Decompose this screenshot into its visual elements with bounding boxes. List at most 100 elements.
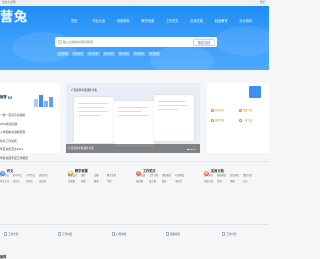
carousel-dot[interactable] xyxy=(190,149,193,150)
file-link[interactable]: 心得体会 xyxy=(112,232,160,237)
nav-item-practical-docs[interactable]: 实用文档 xyxy=(185,19,210,23)
recommend-panel: 推荐热 一模一范演示演讲稿 2019年最新版 小学期末演讲稿范例 优秀工作总结 … xyxy=(0,83,60,159)
category-link[interactable]: 初中作文 xyxy=(13,175,26,179)
hot-tag[interactable]: 热门标签 xyxy=(102,52,115,56)
category-link[interactable]: 合同协议 xyxy=(204,175,217,179)
file-name: 工作计划 xyxy=(226,232,237,236)
hot-tag[interactable]: 热门标签 xyxy=(72,52,85,56)
category-link[interactable]: 心得体会 xyxy=(175,175,188,179)
site-logo[interactable]: 营兔 xyxy=(0,10,28,23)
category-link[interactable]: 证明 xyxy=(217,181,230,185)
perk-item: 海量资源 xyxy=(211,119,235,123)
category-grid: 文作文 高中作文 初中作文 小学作文 英语作文 作文大全 议论文 记叙文 读后感… xyxy=(0,167,269,217)
category-link[interactable]: 致辞 xyxy=(162,181,175,185)
hot-badge: 热 xyxy=(7,96,13,100)
text-line xyxy=(158,109,178,110)
check-circle-icon xyxy=(239,109,242,112)
category-header[interactable]: 文作文 xyxy=(0,167,63,176)
perk-label: 一键下载 xyxy=(242,119,253,123)
category-link[interactable]: 教案设计 xyxy=(68,175,81,179)
file-link[interactable]: 述职报告 xyxy=(166,232,214,237)
list-item[interactable]: 年度总结范文2021 xyxy=(0,147,28,156)
category-link[interactable]: 试题 xyxy=(94,175,107,179)
page: 范文大全网！ 登录 营兔 首页 作业大全 资源资料 教学资源 工作范文 实用文档… xyxy=(0,0,269,259)
category-link[interactable]: 述职报告 xyxy=(162,175,175,179)
document-thumbnail xyxy=(74,97,114,143)
hero-banner: 营兔 首页 作业大全 资源资料 教学资源 工作范文 实用文档 精品教育 办公资料… xyxy=(0,6,269,70)
hot-tag[interactable]: 热门标签 xyxy=(57,52,70,56)
category-link[interactable]: 英语作文 xyxy=(39,175,52,179)
category-link[interactable]: 礼仪 xyxy=(243,181,256,185)
file-name: 工作计划 xyxy=(8,232,19,236)
category-header[interactable]: 工工作范文 xyxy=(136,167,199,176)
file-link[interactable]: 工作总结 xyxy=(58,232,106,237)
category-link[interactable]: 条据 xyxy=(230,181,243,185)
nav-item-homework[interactable]: 作业大全 xyxy=(87,19,112,23)
file-name: 心得体会 xyxy=(116,232,127,236)
category-link[interactable]: 说课稿 xyxy=(68,181,81,185)
nav-item-office[interactable]: 办公资料 xyxy=(234,19,259,23)
category-link[interactable]: 记叙文 xyxy=(26,181,39,185)
text-line xyxy=(118,115,148,116)
category-link[interactable]: 工作计划 xyxy=(149,175,162,179)
category-header[interactable]: 教教学资源 xyxy=(68,167,131,176)
file-link[interactable]: 工作计划 xyxy=(4,232,52,237)
hot-tag[interactable]: 热门标签 xyxy=(117,52,131,56)
category-link[interactable]: 申请书 xyxy=(175,181,188,185)
nav-item-education[interactable]: 精品教育 xyxy=(209,19,234,23)
category-link[interactable]: 发言稿 xyxy=(149,181,162,185)
perk-label: 免费下载 xyxy=(242,109,253,113)
list-item[interactable]: 小学期末演讲稿范例 xyxy=(0,130,28,139)
category-link[interactable]: 学案 xyxy=(107,181,120,185)
file-link[interactable]: 工作计划 xyxy=(222,232,270,237)
hot-tag[interactable]: 热门标签 xyxy=(87,52,100,56)
hot-tag[interactable]: 热门标签 xyxy=(133,52,146,56)
category-link[interactable]: 活动方案 xyxy=(204,181,217,185)
category-link[interactable]: 小学作文 xyxy=(26,175,39,179)
nav-item-resources[interactable]: 资源资料 xyxy=(111,19,136,23)
text-line xyxy=(78,103,108,104)
nav-item-work-templates[interactable]: 工作范文 xyxy=(160,19,185,23)
category-link[interactable]: 备课 xyxy=(94,181,107,185)
search-box: 搜索文档 xyxy=(55,37,217,47)
list-item[interactable]: 一模一范演示演讲稿 xyxy=(0,113,28,122)
category-link[interactable]: 策划方案 xyxy=(243,175,256,179)
list-item[interactable]: 年终总结年度工作报告 xyxy=(0,156,28,165)
category-header[interactable]: 实实用文档 xyxy=(204,167,267,176)
check-circle-icon xyxy=(211,109,214,112)
category-link[interactable]: 课件 xyxy=(81,175,94,179)
feature-caption: 广西各科年级课件合集 xyxy=(66,144,200,153)
text-line xyxy=(118,107,148,108)
category-link[interactable]: 应急预案 xyxy=(230,175,243,179)
category-link[interactable]: 议论文 xyxy=(13,181,26,185)
category-link[interactable]: 教学反思 xyxy=(107,175,120,179)
list-item[interactable]: 2019年最新版 xyxy=(0,122,28,131)
search-button[interactable]: 搜索文档 xyxy=(193,38,215,46)
category-link[interactable]: 作文大全 xyxy=(0,181,13,185)
search-input[interactable] xyxy=(63,37,183,47)
carousel-dot[interactable] xyxy=(193,149,196,150)
category-link[interactable]: 听课 xyxy=(81,181,94,185)
recommend-title-text: 推荐 xyxy=(0,95,7,99)
category-link[interactable]: 演讲稿 xyxy=(136,181,149,185)
nav-item-home[interactable]: 首页 xyxy=(62,19,87,23)
category-links: 高中作文 初中作文 小学作文 英语作文 作文大全 议论文 记叙文 读后感 xyxy=(0,175,63,184)
perk-label: 优质文档 xyxy=(214,109,225,113)
feature-carousel[interactable]: 广西各科年级课件合集 广西各科年级课件合集 xyxy=(66,83,200,153)
text-line xyxy=(158,105,188,106)
carousel-dot-active[interactable] xyxy=(186,149,189,150)
hot-tag[interactable]: 热门标签 xyxy=(148,52,161,56)
category-link[interactable]: 高中作文 xyxy=(0,175,13,179)
category-link[interactable]: 工作总结 xyxy=(136,175,149,179)
category-link[interactable]: 规章制度 xyxy=(217,175,230,179)
bar-graphic-bar xyxy=(49,97,53,107)
bar-graphic-bar xyxy=(39,95,43,107)
divider xyxy=(0,161,269,162)
feature-title: 广西各科年级课件合集 xyxy=(71,89,97,92)
recommend-list: 一模一范演示演讲稿 2019年最新版 小学期末演讲稿范例 优秀工作总结 年度总结… xyxy=(0,113,28,164)
category-link[interactable]: 读后感 xyxy=(39,181,52,185)
search-icon xyxy=(58,39,62,44)
category-name: 工作范文 xyxy=(143,169,156,173)
list-item[interactable]: 优秀工作总结 xyxy=(0,139,28,148)
nav-item-teaching[interactable]: 教学资源 xyxy=(136,19,161,23)
